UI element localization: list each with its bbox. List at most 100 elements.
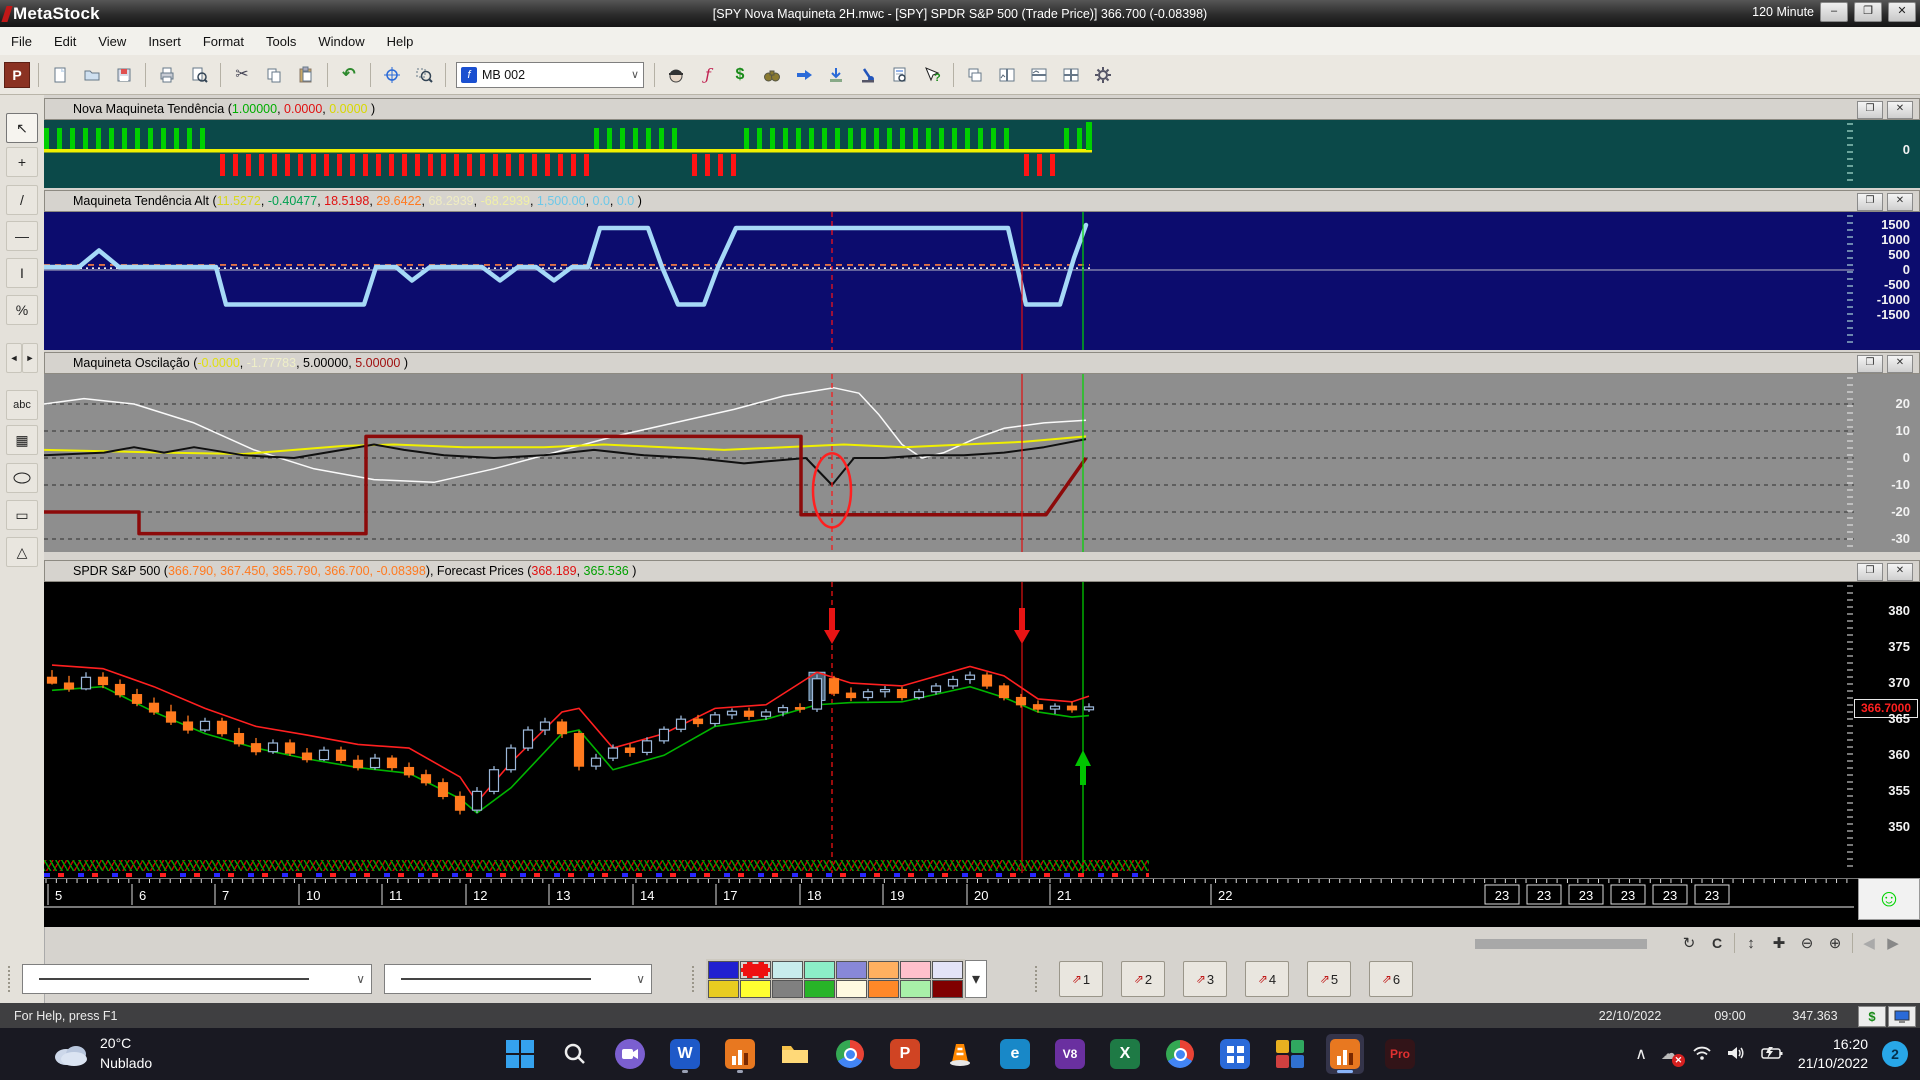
taskbar-icon-chat[interactable] (611, 1034, 649, 1074)
crosshair-icon[interactable] (377, 60, 407, 90)
color-palette[interactable] (706, 959, 965, 1000)
horizontal-scrollbar[interactable] (1475, 939, 1647, 949)
monitor-status-button[interactable] (1888, 1006, 1916, 1027)
chart-preset-button-6[interactable]: ⇗6 (1369, 961, 1413, 997)
notification-badge[interactable]: 2 (1882, 1041, 1908, 1067)
chart-preset-button-1[interactable]: ⇗1 (1059, 961, 1103, 997)
indicator-builder-icon[interactable]: ƒ (693, 60, 723, 90)
open-icon[interactable] (77, 60, 107, 90)
cascade-windows-icon[interactable] (960, 60, 990, 90)
color-swatch[interactable] (868, 961, 899, 979)
color-swatch[interactable] (772, 961, 803, 979)
chart-preset-button-5[interactable]: ⇗5 (1307, 961, 1351, 997)
taskbar-icon-metastock-active[interactable] (1326, 1034, 1364, 1074)
dollar-status-button[interactable]: $ (1858, 1006, 1886, 1027)
new-chart-icon[interactable] (45, 60, 75, 90)
zoom-in-icon[interactable]: ⊕ (1822, 931, 1848, 955)
print-preview-icon[interactable] (184, 60, 214, 90)
panel-header-maquineta-oscilacao[interactable]: Maquineta Oscilação (-0.0000, -1.77783, … (44, 352, 1920, 374)
menu-tools[interactable]: Tools (255, 29, 307, 54)
panel-header-spdr-sp500[interactable]: SPDR S&P 500 (366.790, 367.450, 365.790,… (44, 560, 1920, 582)
taskbar-icon-vlc[interactable] (941, 1034, 979, 1074)
restore-button[interactable]: ❐ (1854, 2, 1882, 22)
clock-widget[interactable]: 16:20 21/10/2022 (1798, 1035, 1868, 1073)
color-swatch[interactable] (900, 980, 931, 998)
color-swatch[interactable] (836, 980, 867, 998)
vertical-fit-icon[interactable]: ↕ (1738, 931, 1764, 955)
tray-chevron-icon[interactable]: ∧ (1635, 1044, 1647, 1064)
explorer-icon[interactable] (661, 60, 691, 90)
zoom-dotted-icon[interactable] (409, 60, 439, 90)
taskbar-icon-edge[interactable]: e (996, 1034, 1034, 1074)
save-icon[interactable] (109, 60, 139, 90)
ellipse-tool[interactable] (6, 463, 38, 493)
panel-header-nova-maquineta-tendencia[interactable]: Nova Maquineta Tendência (1.00000, 0.000… (44, 98, 1920, 120)
color-swatch[interactable] (740, 961, 771, 979)
menu-format[interactable]: Format (192, 29, 255, 54)
rectangle-tool[interactable]: ▭ (6, 500, 38, 530)
layout-combobox[interactable]: f MB 002 ∨ (456, 62, 644, 88)
panel-spdr-sp500-candles[interactable]: 366.7000 380375370365360355350 (44, 582, 1920, 878)
color-swatch[interactable] (836, 961, 867, 979)
panel-restore-icon[interactable]: ❐ (1857, 101, 1883, 119)
taskbar-icon-excel[interactable]: X (1106, 1034, 1144, 1074)
page-forward-icon[interactable]: ▶ (1880, 931, 1906, 955)
onedrive-error-icon[interactable]: ☁✕ (1661, 1044, 1678, 1064)
volume-icon[interactable] (1726, 1045, 1746, 1064)
copy-icon[interactable] (259, 60, 289, 90)
color-swatch[interactable] (932, 961, 963, 979)
reset-c-button[interactable]: C (1704, 931, 1730, 955)
dollar-icon[interactable]: $ (725, 60, 755, 90)
tile-grid-icon[interactable] (1056, 60, 1086, 90)
binoculars-icon[interactable] (757, 60, 787, 90)
cut-icon[interactable]: ✂ (227, 60, 257, 90)
wifi-icon[interactable] (1692, 1045, 1712, 1064)
abc-tool[interactable]: abc (6, 390, 38, 420)
page-back-icon[interactable]: ◀ (1856, 931, 1882, 955)
color-swatch[interactable] (932, 980, 963, 998)
panel-maquineta-tendencia-alt[interactable]: 150010005000-500-1000-1500 (44, 212, 1920, 350)
triangle-tool[interactable]: △ (6, 537, 38, 567)
color-swatch[interactable] (804, 961, 835, 979)
taskbar-icon-file-explorer[interactable] (776, 1034, 814, 1074)
print-icon[interactable] (152, 60, 182, 90)
menu-window[interactable]: Window (307, 29, 375, 54)
refresh-icon[interactable]: ↻ (1676, 931, 1702, 955)
trendline-tool[interactable]: / (6, 185, 38, 215)
menu-file[interactable]: File (0, 29, 43, 54)
color-swatch[interactable] (740, 980, 771, 998)
chart-preset-button-2[interactable]: ⇗2 (1121, 961, 1165, 997)
line-weight-dropdown[interactable]: ∨ (384, 964, 652, 994)
taskbar-icon-word[interactable]: W (666, 1034, 704, 1074)
line-style-dropdown[interactable]: ∨ (22, 964, 372, 994)
options-gear-icon[interactable] (1088, 60, 1118, 90)
color-swatch[interactable] (708, 961, 739, 979)
horizontal-line-tool[interactable]: — (6, 221, 38, 251)
taskbar-icon-v8-app[interactable]: V8 (1051, 1034, 1089, 1074)
tile-vertical-icon[interactable] (992, 60, 1022, 90)
menu-insert[interactable]: Insert (137, 29, 192, 54)
taskbar-icon-blue-grid-app[interactable] (1216, 1034, 1254, 1074)
taskbar-icon-metastock-chart[interactable] (721, 1034, 759, 1074)
report-icon[interactable] (885, 60, 915, 90)
panel-restore-icon[interactable]: ❐ (1857, 193, 1883, 211)
tile-horizontal-icon[interactable] (1024, 60, 1054, 90)
panel-close-icon[interactable]: ✕ (1887, 563, 1913, 581)
panel-restore-icon[interactable]: ❐ (1857, 355, 1883, 373)
color-swatch[interactable] (868, 980, 899, 998)
menu-help[interactable]: Help (376, 29, 425, 54)
menu-view[interactable]: View (87, 29, 137, 54)
battery-icon[interactable] (1760, 1045, 1784, 1064)
panel-maquineta-oscilacao[interactable]: 20100-10-20-30 (44, 374, 1920, 552)
color-swatch[interactable] (804, 980, 835, 998)
taskbar-icon-start[interactable] (501, 1034, 539, 1074)
panel-close-icon[interactable]: ✕ (1887, 355, 1913, 373)
pointer-tool[interactable]: ↖ (6, 113, 38, 143)
chart-preset-button-3[interactable]: ⇗3 (1183, 961, 1227, 997)
panel-close-icon[interactable]: ✕ (1887, 101, 1913, 119)
system-tester-icon[interactable] (853, 60, 883, 90)
percent-tool[interactable]: % (6, 295, 38, 325)
expert-advisor-icon[interactable] (789, 60, 819, 90)
taskbar-icon-pro-app[interactable]: Pro (1381, 1034, 1419, 1074)
chart-preset-button-4[interactable]: ⇗4 (1245, 961, 1289, 997)
